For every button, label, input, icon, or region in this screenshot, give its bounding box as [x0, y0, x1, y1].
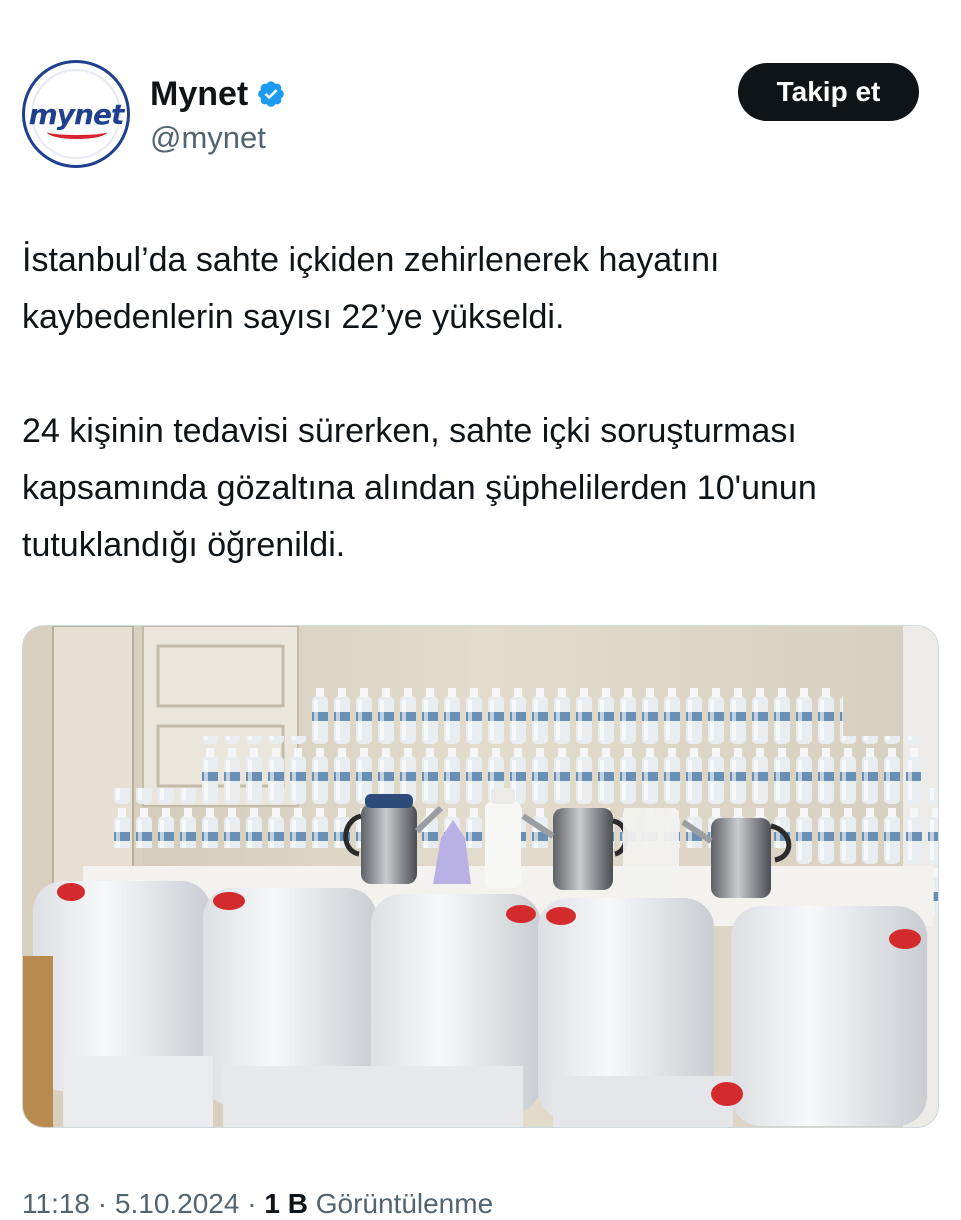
meta-separator: · [247, 1188, 257, 1219]
display-name[interactable]: Mynet [150, 74, 248, 114]
seized-bottles-photo [23, 626, 938, 1127]
meta-separator: · [97, 1188, 108, 1219]
plastic-jug [623, 808, 679, 892]
tweet-photo[interactable] [22, 625, 939, 1128]
tweet-time[interactable]: 11:18 [22, 1188, 90, 1219]
tweet-header: mynet Mynet @mynet Takip et [22, 60, 919, 170]
tweet-paragraph: İstanbul’da sahte içkiden zehirlenerek h… [22, 241, 720, 336]
tweet-text: İstanbul’da sahte içkiden zehirlenerek h… [22, 232, 922, 574]
handle[interactable]: @mynet [150, 120, 266, 156]
tweet-paragraph: 24 kişinin tedavisi sürerken, sahte içki… [22, 412, 817, 564]
avatar[interactable]: mynet [22, 60, 130, 168]
follow-button[interactable]: Takip et [738, 63, 919, 121]
verified-badge-icon [258, 81, 285, 107]
jerrycans [33, 881, 927, 1127]
views-label: Görüntülenme [315, 1188, 494, 1219]
views-count: 1 B [264, 1188, 308, 1219]
name-row: Mynet [150, 74, 286, 114]
tweet-date[interactable]: 5.10.2024 [115, 1188, 240, 1219]
avatar-logo-swoosh [47, 125, 107, 139]
white-bottle [485, 788, 521, 888]
tweet-meta: 11:18 · 5.10.2024 · 1 B Görüntülenme [22, 1188, 493, 1220]
